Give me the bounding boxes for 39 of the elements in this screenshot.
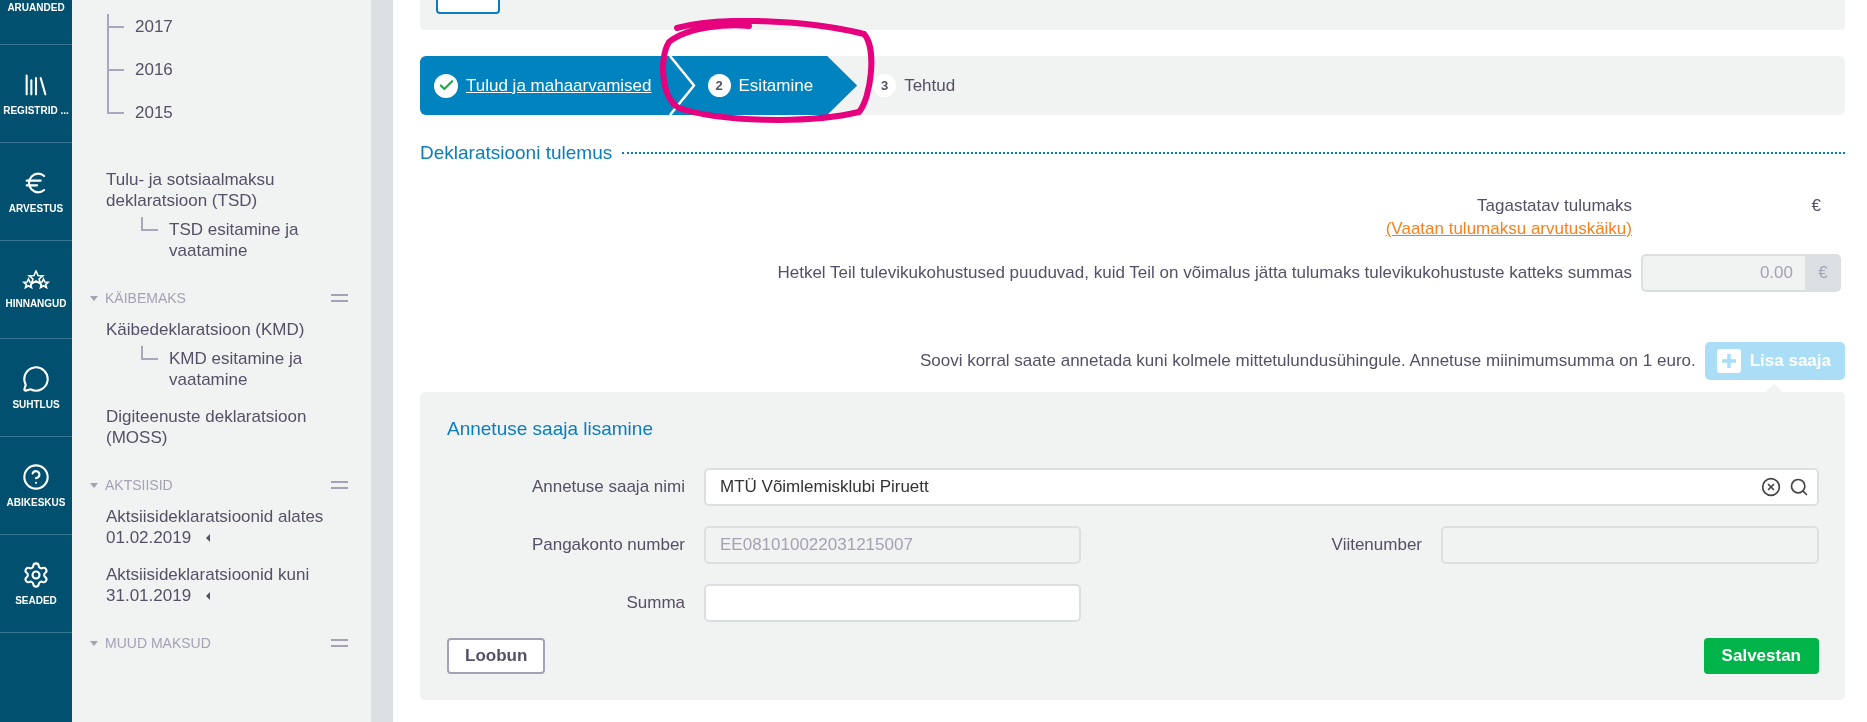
sidebar-item[interactable]: Käibedeklaratsioon (KMD) <box>106 319 346 340</box>
tree-item[interactable]: KMD esitamine ja vaatamine <box>141 346 369 390</box>
tree-item[interactable]: 2016 <box>107 57 335 100</box>
currency-unit: € <box>1805 254 1841 292</box>
sidebar-item[interactable]: Aktsiisideklaratsioonid alates 01.02.2019 <box>106 506 346 548</box>
menu-icon[interactable] <box>331 639 348 647</box>
search-icon[interactable] <box>1789 477 1809 497</box>
field-label: Annetuse saaja nimi <box>530 477 685 497</box>
panel-title: Annetuse saaja lisamine <box>447 417 654 441</box>
menu-icon[interactable] <box>331 481 348 489</box>
sidebar-item[interactable]: Digiteenuste deklaratsioon (MOSS) <box>106 406 346 448</box>
amount-value: € <box>1811 196 1821 216</box>
step-number: 2 <box>707 74 731 97</box>
scrollbar[interactable] <box>371 0 393 722</box>
field-label: Tagastatav tulumaks <box>1477 196 1632 216</box>
stars-icon <box>22 270 50 292</box>
step-label: Tehtud <box>904 75 956 96</box>
tree-item[interactable]: 2017 <box>107 14 335 57</box>
field-label: Viitenumber <box>1330 535 1422 555</box>
tree-item[interactable]: TSD esitamine ja vaatamine <box>141 217 369 261</box>
donation-note: Soovi korral saate annetada kuni kolmele mittetulundusühingule. Annetuse miinimumsumma on 1 euro. <box>919 351 1696 371</box>
field-label: Hetkel Teil tulevikukohustused puuduvad, kuid Teil on võimalus jätta tulumaks tulevikukohustuste katteks summas <box>777 263 1632 283</box>
field-label: Summa <box>625 593 685 613</box>
input-field[interactable] <box>704 584 1081 622</box>
sidebar-item[interactable]: Aktsiisideklaratsioonid kuni 31.01.2019 <box>106 564 346 606</box>
help-icon <box>22 463 50 491</box>
settings-icon <box>22 561 50 589</box>
cancel-button[interactable]: Loobun <box>447 638 546 674</box>
sidebar-item[interactable]: Tulu- ja sotsiaalmaksu deklaratsioon (TSD) <box>106 169 346 211</box>
search-field[interactable]: MTÜ Võimlemisklubi Piruett <box>704 468 1819 506</box>
menu-icon[interactable] <box>331 294 348 302</box>
field-label: Pangakonto number <box>530 535 685 555</box>
step-label: Esitamine <box>738 75 814 96</box>
clear-icon[interactable] <box>1761 477 1781 497</box>
tree-item[interactable]: 2015 <box>107 100 335 143</box>
plus-icon <box>1716 349 1741 373</box>
step-number: 3 <box>873 74 897 97</box>
chat-bubble-icon <box>22 365 50 393</box>
section-heading: Deklaratsiooni tulemus <box>420 142 613 164</box>
